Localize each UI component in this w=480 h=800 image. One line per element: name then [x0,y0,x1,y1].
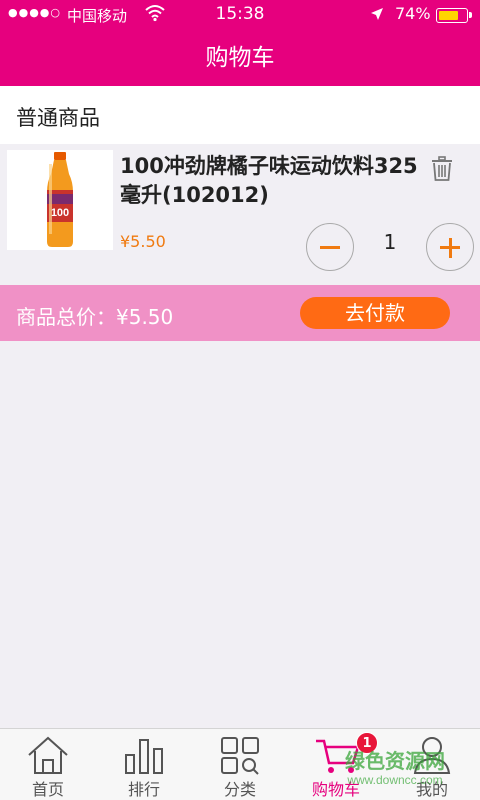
cart-item: 100 100冲劲牌橘子味运动饮料325毫升(102012) ¥5.50 1 [0,144,480,285]
battery-percent: 74% [395,4,431,23]
tab-label: 排行 [127,780,160,799]
page-title: 购物车 [205,45,275,71]
home-icon [27,735,69,779]
decrease-quantity-button[interactable] [306,223,354,271]
category-icon [219,735,261,779]
watermark: 绿色资源网 www.downcc.com [320,748,470,788]
battery-tip [469,12,472,18]
bottle-label: 100 [51,207,69,219]
quantity-value: 1 [383,230,397,254]
navigation-bar: 购物车 [0,30,480,86]
checkout-button[interactable]: 去付款 [300,297,450,329]
delete-item-button[interactable] [431,156,453,186]
section-title: 普通商品 [16,106,100,130]
minus-icon [320,246,340,249]
tab-label: 分类 [223,780,256,799]
product-price: ¥5.50 [120,232,166,251]
product-image[interactable]: 100 [7,150,113,250]
watermark-url: www.downcc.com [346,773,442,787]
product-name[interactable]: 100冲劲牌橘子味运动饮料325毫升(102012) [120,152,420,210]
tab-category[interactable]: 分类 [192,729,288,800]
battery-level-fill [438,10,458,20]
watermark-text: 绿色资源网 [345,749,445,773]
total-bar: 商品总价：¥5.50 去付款 [0,285,480,341]
section-header: 普通商品 [0,86,480,144]
increase-quantity-button[interactable] [426,223,474,271]
ranking-icon [123,735,165,779]
plus-icon-vertical [448,237,452,258]
location-arrow-icon [370,7,384,25]
status-bar: ●●●●○ 中国移动 15:38 74% [0,0,480,30]
battery-icon [436,8,468,23]
tab-ranking[interactable]: 排行 [96,729,192,800]
tab-label: 首页 [31,780,64,799]
tab-home[interactable]: 首页 [0,729,96,800]
total-price: 商品总价：¥5.50 [16,305,174,329]
trash-icon [432,156,452,181]
